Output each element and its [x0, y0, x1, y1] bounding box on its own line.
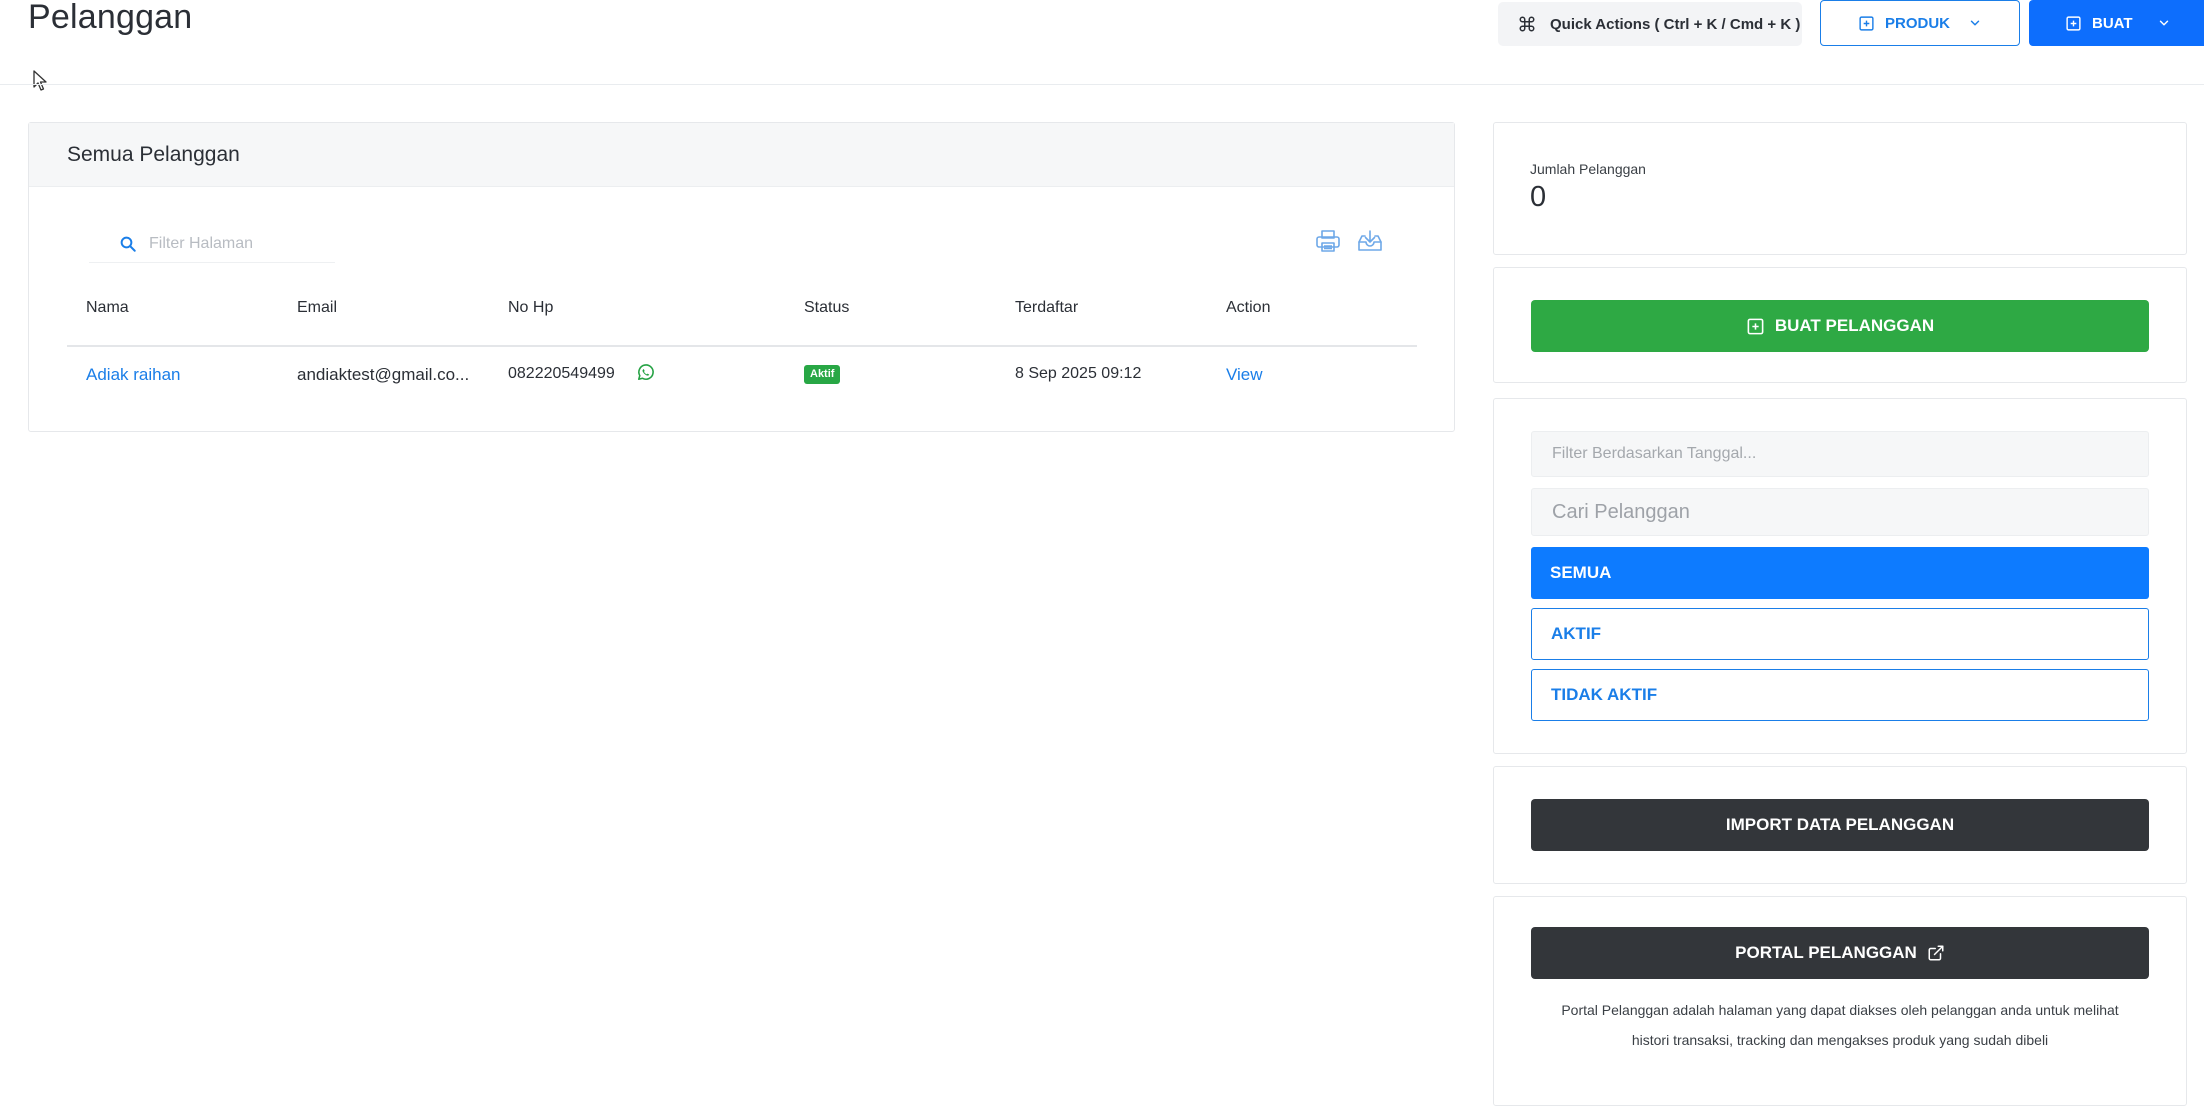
table-header-divider	[67, 345, 1417, 347]
buat-label: BUAT	[2092, 14, 2133, 32]
filter-all-label: SEMUA	[1550, 563, 1612, 582]
column-header-status: Status	[804, 299, 850, 316]
portal-card: PORTAL PELANGGAN Portal Pelanggan adalah…	[1493, 896, 2187, 1106]
whatsapp-icon[interactable]	[636, 363, 655, 382]
import-customers-label: IMPORT DATA PELANGGAN	[1725, 815, 1955, 834]
column-header-email: Email	[297, 299, 338, 316]
page-filter	[89, 225, 335, 263]
customers-card: Semua Pelanggan Nama Email No Hp Status …	[28, 122, 1455, 432]
customer-count-card: Jumlah Pelanggan 0	[1493, 122, 2187, 255]
create-customer-card: BUAT PELANGGAN	[1493, 267, 2187, 383]
customers-card-header: Semua Pelanggan	[29, 123, 1454, 187]
customer-portal-description: Portal Pelanggan adalah halaman yang dap…	[1531, 995, 2149, 1055]
customer-filters-card: SEMUA AKTIF TIDAK AKTIF	[1493, 398, 2187, 754]
external-link-icon	[1928, 945, 1944, 961]
produk-label: PRODUK	[1884, 14, 1950, 32]
portal-description-line-2: histori transaksi, tracking dan mengakse…	[1631, 1032, 2049, 1048]
command-icon	[1519, 16, 1535, 32]
download-icon[interactable]	[1357, 229, 1383, 253]
customers-card-title: Semua Pelanggan	[67, 142, 240, 166]
printer-icon[interactable]	[1315, 229, 1341, 253]
produk-dropdown-button[interactable]: PRODUK	[1820, 0, 2020, 46]
create-customer-button[interactable]: BUAT PELANGGAN	[1531, 300, 2149, 352]
filter-active-button[interactable]: AKTIF	[1531, 608, 2149, 660]
chevron-down-icon	[2159, 20, 2168, 26]
customer-name-link[interactable]: Adiak raihan	[86, 365, 181, 385]
customer-portal-button[interactable]: PORTAL PELANGGAN	[1531, 927, 2149, 979]
create-customer-label: BUAT PELANGGAN	[1774, 316, 1935, 335]
quick-actions-label: Quick Actions ( Ctrl + K / Cmd + K )	[1550, 15, 1801, 33]
page-filter-input[interactable]	[149, 234, 329, 253]
customer-count-label: Jumlah Pelanggan	[1530, 161, 1646, 177]
plus-square-icon	[1859, 15, 1874, 31]
customer-email: andiaktest@gmail.co...	[297, 365, 470, 384]
filter-all-button[interactable]: SEMUA	[1531, 547, 2149, 599]
filter-inactive-button[interactable]: TIDAK AKTIF	[1531, 669, 2149, 721]
chevron-down-icon	[1970, 20, 1980, 26]
customer-count-value: 0	[1530, 181, 1547, 213]
date-filter-input[interactable]	[1531, 431, 2149, 477]
column-header-action: Action	[1226, 299, 1271, 316]
view-customer-link[interactable]: View	[1226, 365, 1263, 385]
import-card: IMPORT DATA PELANGGAN	[1493, 766, 2187, 884]
buat-dropdown-button[interactable]: BUAT	[2029, 0, 2204, 46]
column-header-terdaftar: Terdaftar	[1015, 299, 1079, 316]
search-icon	[120, 236, 136, 252]
import-customers-button[interactable]: IMPORT DATA PELANGGAN	[1531, 799, 2149, 851]
plus-square-icon	[1747, 318, 1764, 334]
status-badge: Aktif	[804, 365, 841, 384]
mouse-cursor-icon	[33, 70, 47, 91]
column-header-nama: Nama	[86, 299, 129, 316]
portal-description-line-1: Portal Pelanggan adalah halaman yang dap…	[1561, 1002, 2119, 1018]
filter-inactive-label: TIDAK AKTIF	[1551, 685, 1658, 704]
customer-phone: 082220549499	[508, 365, 615, 382]
plus-square-icon	[2066, 15, 2081, 31]
customer-portal-label: PORTAL PELANGGAN	[1735, 943, 1917, 962]
header-divider	[0, 84, 2204, 85]
quick-actions-button[interactable]: Quick Actions ( Ctrl + K / Cmd + K )	[1498, 2, 1802, 46]
customer-registered-date: 8 Sep 2025 09:12	[1015, 365, 1142, 382]
filter-active-label: AKTIF	[1551, 624, 1602, 643]
customer-search-input[interactable]	[1531, 488, 2149, 536]
column-header-no-hp: No Hp	[508, 299, 554, 316]
page-title: Pelanggan	[28, 0, 193, 36]
